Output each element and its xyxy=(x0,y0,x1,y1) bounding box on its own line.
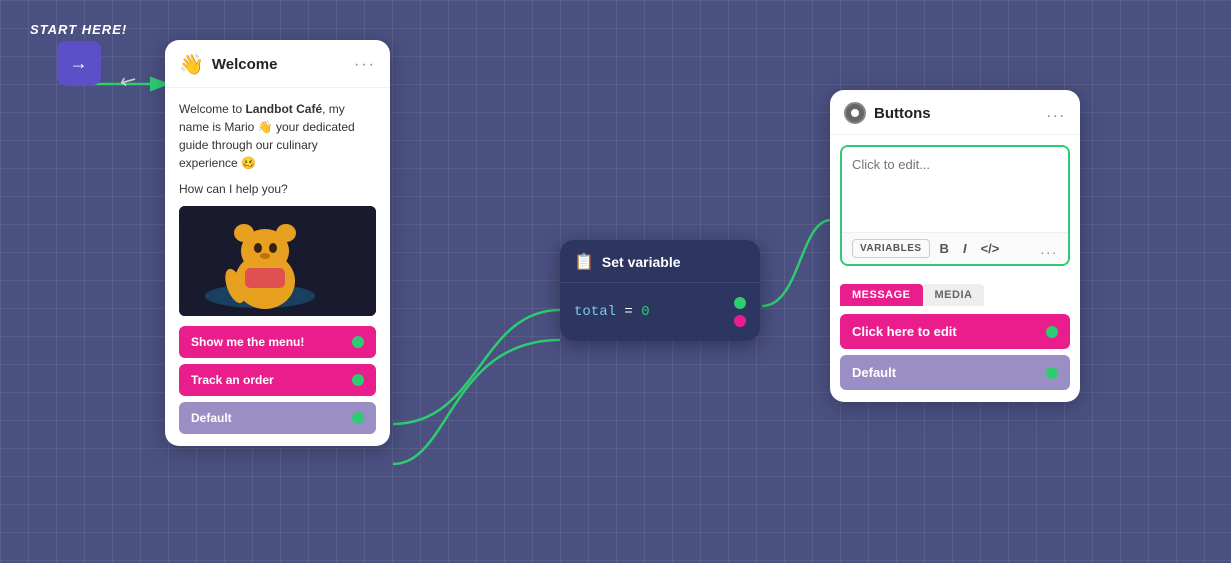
click-here-edit-label: Click here to edit xyxy=(852,324,957,339)
variable-error-connector xyxy=(734,315,746,327)
buttons-list: Click here to edit Default xyxy=(830,306,1080,402)
edit-area: VARIABLES B I </> ... xyxy=(840,145,1070,266)
show-menu-label: Show me the menu! xyxy=(191,335,304,349)
buttons-default-button[interactable]: Default xyxy=(840,355,1070,390)
start-here-section: START HERE! → xyxy=(30,22,127,85)
tab-message[interactable]: MESSAGE xyxy=(840,284,923,306)
italic-button[interactable]: I xyxy=(959,239,971,258)
click-here-edit-button[interactable]: Click here to edit xyxy=(840,314,1070,349)
arrow-icon: → xyxy=(70,53,88,74)
variable-connectors xyxy=(734,297,746,327)
welcome-message: Welcome to Landbot Café, my name is Mari… xyxy=(179,100,376,172)
message-media-tabs: MESSAGE MEDIA xyxy=(830,276,1080,306)
variables-button[interactable]: VARIABLES xyxy=(852,239,930,258)
click-here-connector xyxy=(1046,326,1058,338)
welcome-card-body: Welcome to Landbot Café, my name is Mari… xyxy=(165,88,390,446)
buttons-menu-dots[interactable]: ... xyxy=(1047,104,1066,122)
radio-icon xyxy=(844,102,866,124)
show-menu-connector xyxy=(352,336,364,348)
variable-out-connector xyxy=(734,297,746,309)
variable-title: Set variable xyxy=(602,254,681,270)
buttons-title: Buttons xyxy=(874,105,931,122)
welcome-title: Welcome xyxy=(212,56,278,73)
pooh-svg xyxy=(180,206,376,316)
welcome-bold: Landbot Café xyxy=(245,102,322,116)
welcome-image xyxy=(179,206,376,316)
welcome-default-button[interactable]: Default xyxy=(179,402,376,434)
welcome-default-connector xyxy=(352,412,364,424)
var-op: = xyxy=(616,304,641,320)
welcome-default-label: Default xyxy=(191,411,232,425)
show-menu-button[interactable]: Show me the menu! xyxy=(179,326,376,358)
welcome-image-inner xyxy=(179,206,376,316)
start-arrow-button[interactable]: → xyxy=(57,41,101,85)
welcome-card-header: 👋 Welcome ··· xyxy=(165,40,390,88)
track-order-label: Track an order xyxy=(191,373,274,387)
track-order-connector xyxy=(352,374,364,386)
edit-toolbar: VARIABLES B I </> ... xyxy=(842,232,1068,264)
buttons-card: Buttons ... VARIABLES B I </> ... MESSAG… xyxy=(830,90,1080,402)
welcome-emoji: 👋 xyxy=(179,52,204,77)
italic-icon: I xyxy=(963,241,967,256)
buttons-default-connector xyxy=(1046,367,1058,379)
toolbar-more-dots[interactable]: ... xyxy=(1040,241,1058,257)
variable-card-header: 📋 Set variable xyxy=(560,240,760,283)
welcome-card-buttons: Show me the menu! Track an order Default xyxy=(179,326,376,434)
variable-code: total = 0 xyxy=(574,304,650,320)
welcome-menu-dots[interactable]: ··· xyxy=(354,56,376,74)
variable-icon: 📋 xyxy=(574,252,594,272)
track-order-button[interactable]: Track an order xyxy=(179,364,376,396)
edit-textarea[interactable] xyxy=(842,147,1068,227)
welcome-question: How can I help you? xyxy=(179,182,376,196)
buttons-default-label: Default xyxy=(852,365,896,380)
variable-body: total = 0 xyxy=(560,283,760,341)
code-button[interactable]: </> xyxy=(977,239,1004,258)
var-val: 0 xyxy=(641,304,649,320)
buttons-header-left: Buttons xyxy=(844,102,931,124)
start-here-label: START HERE! xyxy=(30,22,127,37)
var-name: total xyxy=(574,304,616,320)
welcome-header-left: 👋 Welcome xyxy=(179,52,278,77)
buttons-card-header: Buttons ... xyxy=(830,90,1080,135)
radio-icon-inner xyxy=(851,109,859,117)
welcome-card: 👋 Welcome ··· Welcome to Landbot Café, m… xyxy=(165,40,390,446)
bold-button[interactable]: B xyxy=(936,239,953,258)
tab-media[interactable]: MEDIA xyxy=(923,284,985,306)
variable-card: 📋 Set variable total = 0 xyxy=(560,240,760,341)
